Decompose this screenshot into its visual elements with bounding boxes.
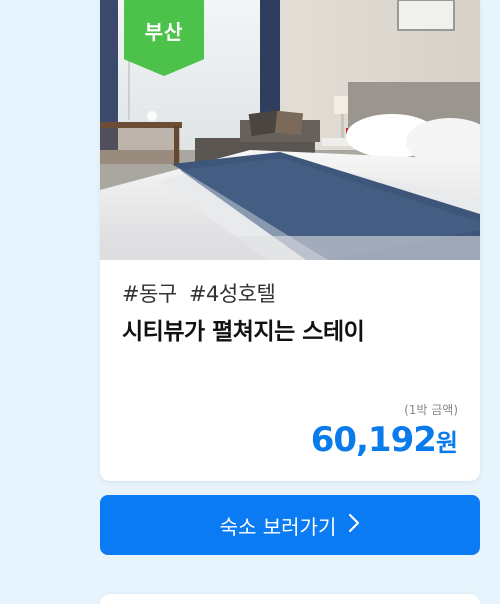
price: 60,192원 xyxy=(311,420,458,460)
next-hotel-card xyxy=(100,594,480,604)
price-amount: 60,192 xyxy=(310,420,437,460)
view-accommodation-label: 숙소 보러가기 xyxy=(219,514,337,539)
chevron-right-icon xyxy=(348,513,360,538)
hashtags: #동구 #4성호텔 xyxy=(122,278,276,308)
tag-hotel-grade: #4성호텔 xyxy=(188,282,276,306)
hotel-card[interactable]: 부산 #동구 #4성호텔 시티뷰가 펼쳐지는 스테이 (1박 금액) 60,19… xyxy=(100,0,480,481)
price-note: (1박 금액) xyxy=(404,403,458,417)
listing-title: 시티뷰가 펼쳐지는 스테이 xyxy=(122,319,365,345)
tag-district: #동구 xyxy=(122,282,177,306)
price-unit: 원 xyxy=(435,429,458,457)
view-accommodation-button[interactable]: 숙소 보러가기 xyxy=(100,495,480,555)
